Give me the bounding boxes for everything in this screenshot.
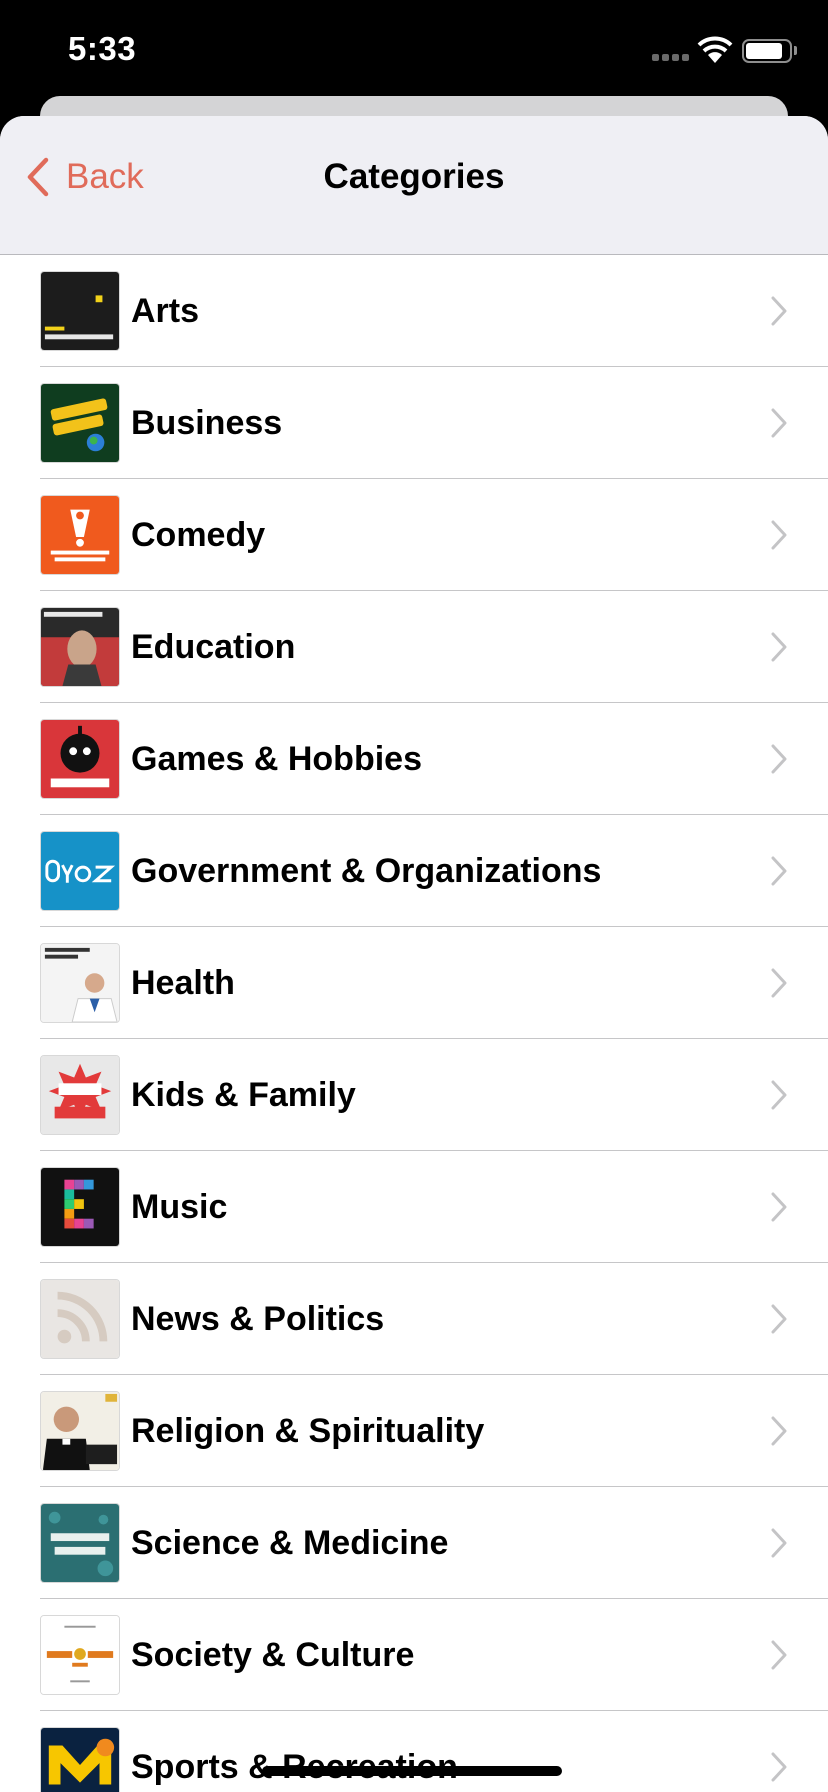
chevron-right-icon	[771, 408, 787, 438]
chevron-right-icon	[771, 1304, 787, 1334]
podcast-artwork	[40, 495, 120, 575]
podcast-artwork	[40, 383, 120, 463]
category-row-health[interactable]: Health	[0, 927, 828, 1039]
podcast-artwork	[40, 271, 120, 351]
chevron-right-icon	[771, 744, 787, 774]
podcast-artwork	[40, 831, 120, 911]
category-row-music[interactable]: Music	[0, 1151, 828, 1263]
category-row-news-politics[interactable]: News & Politics	[0, 1263, 828, 1375]
chevron-right-icon	[771, 1752, 787, 1782]
category-row-kids-family[interactable]: Kids & Family	[0, 1039, 828, 1151]
status-time: 5:33	[68, 30, 137, 67]
category-list: Arts Business Comedy Education Games & H…	[0, 255, 828, 1792]
category-label: Kids & Family	[131, 1076, 356, 1114]
podcast-artwork	[40, 607, 120, 687]
chevron-right-icon	[771, 632, 787, 662]
categories-sheet: Back Categories Arts Business Comedy Edu…	[0, 116, 828, 1792]
category-row-games-hobbies[interactable]: Games & Hobbies	[0, 703, 828, 815]
category-row-arts[interactable]: Arts	[0, 255, 828, 367]
podcast-artwork	[40, 1055, 120, 1135]
category-label: Science & Medicine	[131, 1524, 449, 1562]
category-label: Religion & Spirituality	[131, 1412, 485, 1450]
category-row-business[interactable]: Business	[0, 367, 828, 479]
podcast-artwork	[40, 1615, 120, 1695]
category-row-comedy[interactable]: Comedy	[0, 479, 828, 591]
chevron-right-icon	[771, 296, 787, 326]
category-label: Games & Hobbies	[131, 740, 422, 778]
chevron-right-icon	[771, 856, 787, 886]
category-label: Business	[131, 404, 283, 442]
category-row-sports-recreation[interactable]: Sports & Recreation	[0, 1711, 828, 1792]
podcast-artwork	[40, 943, 120, 1023]
category-row-government-organizations[interactable]: Government & Organizations	[0, 815, 828, 927]
podcast-artwork	[40, 1167, 120, 1247]
navigation-bar: Back Categories	[0, 116, 828, 255]
category-label: Arts	[131, 292, 200, 330]
status-bar: 5:33	[0, 0, 828, 96]
category-row-religion-spirituality[interactable]: Religion & Spirituality	[0, 1375, 828, 1487]
chevron-right-icon	[771, 1416, 787, 1446]
chevron-right-icon	[771, 968, 787, 998]
wifi-icon	[697, 36, 733, 64]
category-label: Sports & Recreation	[131, 1748, 458, 1786]
battery-icon	[742, 39, 792, 63]
category-label: News & Politics	[131, 1300, 385, 1338]
category-label: Society & Culture	[131, 1636, 415, 1674]
podcast-artwork	[40, 1503, 120, 1583]
category-label: Government & Organizations	[131, 852, 602, 890]
category-label: Health	[131, 964, 235, 1002]
cellular-signal-icon	[652, 54, 690, 62]
chevron-right-icon	[771, 520, 787, 550]
chevron-right-icon	[771, 1528, 787, 1558]
category-row-science-medicine[interactable]: Science & Medicine	[0, 1487, 828, 1599]
home-indicator[interactable]	[262, 1766, 562, 1776]
category-row-society-culture[interactable]: Society & Culture	[0, 1599, 828, 1711]
battery-tip	[794, 46, 797, 55]
chevron-right-icon	[771, 1080, 787, 1110]
category-label: Comedy	[131, 516, 266, 554]
podcast-artwork	[40, 1279, 120, 1359]
category-label: Music	[131, 1188, 228, 1226]
chevron-right-icon	[771, 1192, 787, 1222]
page-title: Categories	[323, 157, 505, 196]
podcast-artwork	[40, 719, 120, 799]
podcast-artwork	[40, 1727, 120, 1792]
category-row-education[interactable]: Education	[0, 591, 828, 703]
podcast-artwork	[40, 1391, 120, 1471]
category-label: Education	[131, 628, 296, 666]
chevron-right-icon	[771, 1640, 787, 1670]
